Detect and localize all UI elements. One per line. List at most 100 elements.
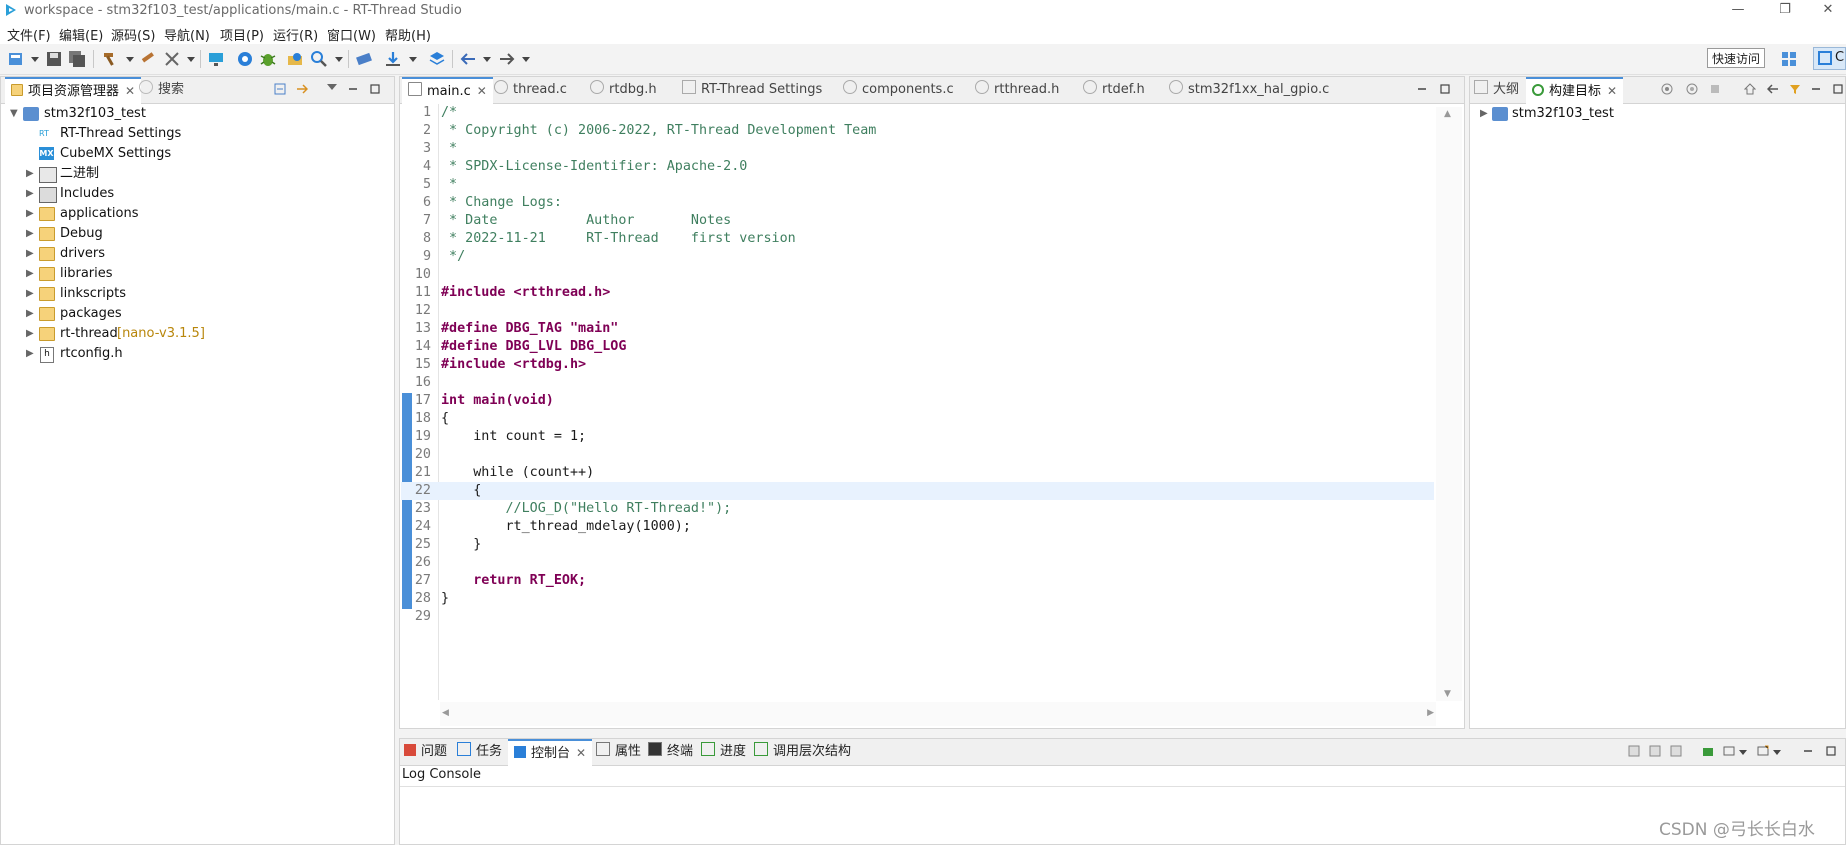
minimize-view-icon[interactable] <box>1802 745 1814 757</box>
minimize-button[interactable]: — <box>1720 0 1756 22</box>
forward-dropdown-icon[interactable] <box>522 57 530 62</box>
close-icon[interactable]: ✕ <box>477 84 487 98</box>
tree-item[interactable]: ▶ rt-thread [nano-v3.1.5] <box>1 324 391 344</box>
back-arrow-icon[interactable] <box>1767 83 1779 95</box>
chevron-right-icon[interactable]: ▶ <box>26 304 36 324</box>
maximize-view-icon[interactable] <box>1439 83 1451 95</box>
back-arrow-icon[interactable] <box>459 50 477 68</box>
settings-gear-icon[interactable] <box>236 50 254 68</box>
tree-project-root[interactable]: ▼ stm32f103_test <box>1 104 391 124</box>
open-element-icon[interactable] <box>286 50 304 68</box>
new-dropdown-icon[interactable] <box>31 57 39 62</box>
tab-thread-c[interactable]: thread.c <box>494 77 567 103</box>
download-dropdown-icon[interactable] <box>409 57 417 62</box>
vertical-scrollbar[interactable]: ▲ ▼ <box>1436 107 1462 701</box>
rebuild-icon[interactable] <box>140 50 158 68</box>
close-icon[interactable]: ✕ <box>576 746 586 760</box>
link-with-editor-icon[interactable] <box>296 83 308 95</box>
minimize-view-icon[interactable] <box>347 83 359 95</box>
menu-window[interactable]: 窗口(W) <box>327 25 376 44</box>
close-icon[interactable]: ✕ <box>1607 84 1617 98</box>
close-icon[interactable]: ✕ <box>125 84 135 98</box>
tab-properties[interactable]: 属性 <box>596 739 641 765</box>
tab-project-explorer[interactable]: 项目资源管理器 ✕ <box>5 77 142 104</box>
download-icon[interactable] <box>384 50 402 68</box>
chevron-right-icon[interactable]: ▶ <box>26 344 36 364</box>
tree-build-target-project[interactable]: ▶ stm32f103_test <box>1470 104 1840 124</box>
scroll-left-icon[interactable]: ◀ <box>442 708 449 718</box>
maximize-view-icon[interactable] <box>369 83 381 95</box>
display-console-icon[interactable] <box>1723 745 1735 757</box>
tab-progress[interactable]: 进度 <box>701 739 746 765</box>
tab-rtdef-h[interactable]: rtdef.h <box>1083 77 1145 103</box>
tab-rtthread-h[interactable]: rtthread.h <box>975 77 1059 103</box>
search-icon[interactable] <box>310 50 328 68</box>
tree-item[interactable]: ▶ 二进制 <box>1 164 391 184</box>
build-hammer-icon[interactable] <box>101 50 119 68</box>
tree-item[interactable]: ▶ h rtconfig.h <box>1 344 391 364</box>
new-icon[interactable] <box>7 50 25 68</box>
tree-item[interactable]: RT RT-Thread Settings <box>1 124 391 144</box>
menu-project[interactable]: 项目(P) <box>220 25 264 44</box>
minimize-view-icon[interactable] <box>1416 83 1428 95</box>
open-console-icon[interactable] <box>1757 745 1769 757</box>
tree-item[interactable]: ▶ applications <box>1 204 391 224</box>
build-target-action-icon[interactable] <box>1709 83 1721 95</box>
chevron-right-icon[interactable]: ▶ <box>26 224 36 244</box>
menu-source[interactable]: 源码(S) <box>111 25 155 44</box>
monitor-icon[interactable] <box>207 50 225 68</box>
close-button[interactable]: ✕ <box>1810 0 1846 22</box>
tab-console[interactable]: 控制台 ✕ <box>508 739 593 766</box>
tree-item[interactable]: ▶ Debug <box>1 224 391 244</box>
minimize-view-icon[interactable] <box>1810 83 1822 95</box>
build-target-action-icon[interactable] <box>1661 83 1673 95</box>
tab-build-targets[interactable]: 构建目标 ✕ <box>1526 77 1624 104</box>
c-perspective-button[interactable]: C <box>1813 47 1846 70</box>
tab-components-c[interactable]: components.c <box>843 77 954 103</box>
code-area[interactable]: 1 /* 2 * Copyright (c) 2006-2022, RT-Thre… <box>401 104 1434 698</box>
tab-outline[interactable]: 大纲 <box>1474 77 1519 103</box>
tree-item[interactable]: MX CubeMX Settings <box>1 144 391 164</box>
search-dropdown-icon[interactable] <box>335 57 343 62</box>
chevron-right-icon[interactable]: ▶ <box>26 204 36 224</box>
clean-dropdown-icon[interactable] <box>187 57 195 62</box>
forward-arrow-icon[interactable] <box>498 50 516 68</box>
maximize-view-icon[interactable] <box>1825 745 1837 757</box>
tab-search[interactable]: 搜索 <box>139 77 184 103</box>
console-action-icon[interactable] <box>1628 745 1640 757</box>
perspective-grid-icon[interactable] <box>1780 50 1798 68</box>
pin-console-icon[interactable] <box>1702 745 1714 757</box>
console-action-icon[interactable] <box>1670 745 1682 757</box>
chevron-right-icon[interactable]: ▶ <box>26 324 36 344</box>
debug-bug-icon[interactable] <box>259 50 277 68</box>
build-target-action-icon[interactable] <box>1686 83 1698 95</box>
view-menu-icon[interactable] <box>327 84 337 90</box>
scroll-up-icon[interactable]: ▲ <box>1444 109 1451 119</box>
tab-call-hierarchy[interactable]: 调用层次结构 <box>754 739 851 765</box>
tree-item[interactable]: ▶ packages <box>1 304 391 324</box>
tree-item[interactable]: ▶ drivers <box>1 244 391 264</box>
tab-terminal[interactable]: 终端 <box>648 739 693 765</box>
chevron-right-icon[interactable]: ▶ <box>26 164 36 184</box>
home-icon[interactable] <box>1744 83 1756 95</box>
menu-run[interactable]: 运行(R) <box>273 25 318 44</box>
collapse-all-icon[interactable] <box>274 83 286 95</box>
clean-icon[interactable] <box>163 50 181 68</box>
chevron-right-icon[interactable]: ▶ <box>26 284 36 304</box>
restore-button[interactable]: ❐ <box>1767 0 1803 22</box>
scroll-right-icon[interactable]: ▶ <box>1427 708 1434 718</box>
chevron-right-icon[interactable]: ▶ <box>26 244 36 264</box>
chevron-right-icon[interactable]: ▶ <box>1480 104 1490 124</box>
tab-stm32f1xx-hal-gpio-c[interactable]: stm32f1xx_hal_gpio.c <box>1169 77 1329 103</box>
tree-item[interactable]: ▶ Includes <box>1 184 391 204</box>
tab-rt-thread-settings[interactable]: RT-Thread Settings <box>682 77 822 103</box>
chevron-right-icon[interactable]: ▶ <box>26 264 36 284</box>
scroll-down-icon[interactable]: ▼ <box>1444 689 1451 699</box>
menu-help[interactable]: 帮助(H) <box>385 25 431 44</box>
filter-icon[interactable] <box>1789 83 1801 95</box>
tab-main-c[interactable]: main.c ✕ <box>402 77 493 104</box>
chevron-down-icon[interactable] <box>1773 750 1781 755</box>
console-action-icon[interactable] <box>1649 745 1661 757</box>
sdk-manager-icon[interactable] <box>355 50 373 68</box>
build-dropdown-icon[interactable] <box>126 57 134 62</box>
